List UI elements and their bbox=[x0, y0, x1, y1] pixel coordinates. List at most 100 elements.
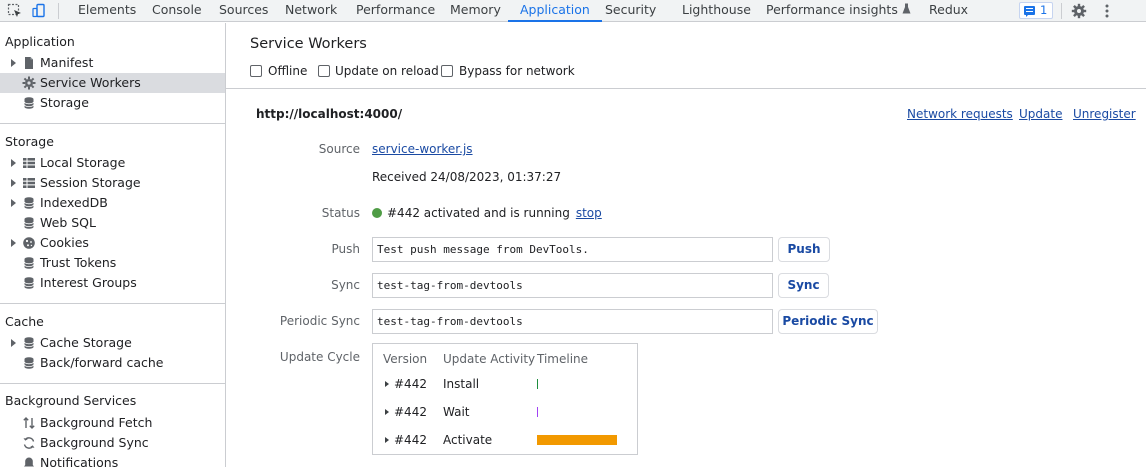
sync-icon bbox=[23, 437, 35, 449]
sidebar-item-local-storage[interactable]: Local Storage bbox=[0, 153, 225, 173]
stop-link[interactable]: stop bbox=[576, 206, 602, 220]
sidebar-item-label: Back/forward cache bbox=[40, 355, 164, 370]
sidebar-item-label: Background Sync bbox=[40, 435, 149, 450]
row-activity: Wait bbox=[443, 405, 470, 419]
table-icon bbox=[23, 178, 35, 188]
sidebar-section-cache: Cache bbox=[5, 314, 44, 329]
cookie-icon bbox=[23, 237, 35, 249]
issues-button[interactable]: 1 bbox=[1019, 2, 1053, 19]
database-icon bbox=[24, 337, 34, 349]
sidebar-item-label: Local Storage bbox=[40, 155, 126, 170]
sidebar-item-trust-tokens[interactable]: Trust Tokens bbox=[0, 253, 225, 273]
status-label: Status bbox=[321, 206, 360, 220]
network-requests-link[interactable]: Network requests bbox=[907, 107, 1013, 121]
expand-arrow-icon[interactable] bbox=[11, 159, 16, 167]
tab-performance[interactable]: Performance bbox=[356, 0, 435, 22]
sidebar-item-back-forward-cache[interactable]: Back/forward cache bbox=[0, 353, 225, 373]
sidebar-item-label: Cache Storage bbox=[40, 335, 132, 350]
sidebar-item-service-workers[interactable]: Service Workers bbox=[0, 73, 225, 93]
update-cycle-label: Update Cycle bbox=[279, 350, 360, 364]
periodic-sync-label: Periodic Sync bbox=[279, 314, 360, 328]
periodic-sync-button[interactable]: Periodic Sync bbox=[778, 309, 878, 334]
expand-arrow-icon[interactable] bbox=[11, 339, 16, 347]
sidebar-item-session-storage[interactable]: Session Storage bbox=[0, 173, 225, 193]
bypass-for-network-checkbox[interactable] bbox=[441, 65, 453, 77]
tab-lighthouse[interactable]: Lighthouse bbox=[682, 0, 751, 22]
expand-arrow-icon[interactable] bbox=[385, 409, 389, 415]
sidebar-item-storage[interactable]: Storage bbox=[0, 93, 225, 113]
database-icon bbox=[24, 277, 34, 289]
sidebar-item-web-sql[interactable]: Web SQL bbox=[0, 213, 225, 233]
service-worker-origin: http://localhost:4000/ bbox=[256, 107, 403, 121]
update-on-reload-checkbox[interactable] bbox=[318, 65, 330, 77]
tab-console[interactable]: Console bbox=[152, 0, 202, 22]
push-input[interactable]: Test push message from DevTools. bbox=[372, 237, 773, 262]
sync-input[interactable]: test-tag-from-devtools bbox=[372, 273, 773, 298]
toolbar-separator bbox=[58, 3, 59, 19]
table-row[interactable]: #442 Install bbox=[373, 374, 637, 394]
database-icon bbox=[24, 357, 34, 369]
table-header-update-activity: Update Activity bbox=[443, 352, 536, 366]
offline-label: Offline bbox=[268, 64, 308, 78]
toolbar-separator bbox=[1061, 3, 1062, 19]
sidebar-item-manifest[interactable]: Manifest bbox=[0, 53, 225, 73]
sync-button[interactable]: Sync bbox=[778, 273, 829, 298]
expand-arrow-icon[interactable] bbox=[11, 239, 16, 247]
update-link[interactable]: Update bbox=[1019, 107, 1062, 121]
sidebar-item-indexeddb[interactable]: IndexedDB bbox=[0, 193, 225, 213]
issues-icon bbox=[1024, 6, 1035, 17]
database-icon bbox=[24, 97, 34, 109]
device-toolbar-icon[interactable] bbox=[31, 3, 47, 19]
page-title: Service Workers bbox=[250, 36, 367, 52]
sidebar-item-label: Manifest bbox=[40, 55, 94, 70]
tab-application[interactable]: Application bbox=[508, 0, 602, 22]
row-version: #442 bbox=[394, 377, 427, 391]
sidebar-item-label: Background Fetch bbox=[40, 415, 153, 430]
more-options-icon[interactable] bbox=[1099, 3, 1115, 19]
expand-arrow-icon[interactable] bbox=[11, 199, 16, 207]
sidebar-item-background-fetch[interactable]: Background Fetch bbox=[0, 413, 225, 433]
row-activity: Install bbox=[443, 377, 480, 391]
table-header-version: Version bbox=[383, 352, 428, 366]
sidebar-divider bbox=[0, 123, 225, 124]
service-workers-panel: Service Workers Offline Update on reload… bbox=[226, 23, 1146, 467]
tab-elements[interactable]: Elements bbox=[78, 0, 136, 22]
timeline-bar-wait bbox=[537, 407, 538, 417]
up-down-arrows-icon bbox=[23, 417, 35, 429]
tab-network[interactable]: Network bbox=[285, 0, 337, 22]
expand-arrow-icon[interactable] bbox=[385, 437, 389, 443]
tab-redux[interactable]: Redux bbox=[929, 0, 968, 22]
inspect-element-icon[interactable] bbox=[7, 3, 23, 19]
gear-icon bbox=[22, 76, 36, 90]
sidebar-divider bbox=[0, 303, 225, 304]
database-icon bbox=[24, 257, 34, 269]
sidebar-item-notifications[interactable]: Notifications bbox=[0, 453, 225, 467]
database-icon bbox=[24, 197, 34, 209]
bypass-for-network-label: Bypass for network bbox=[459, 64, 575, 78]
sidebar-item-cache-storage[interactable]: Cache Storage bbox=[0, 333, 225, 353]
tab-security[interactable]: Security bbox=[605, 0, 656, 22]
expand-arrow-icon[interactable] bbox=[385, 381, 389, 387]
timeline-bar-activate bbox=[537, 435, 617, 445]
tab-memory[interactable]: Memory bbox=[450, 0, 501, 22]
table-icon bbox=[23, 158, 35, 168]
table-row[interactable]: #442 Activate bbox=[373, 430, 637, 450]
update-cycle-table: Version Update Activity Timeline #442 In… bbox=[372, 343, 638, 455]
sidebar-item-cookies[interactable]: Cookies bbox=[0, 233, 225, 253]
push-button[interactable]: Push bbox=[778, 237, 830, 262]
tab-performance-insights[interactable]: Performance insights bbox=[766, 0, 911, 22]
expand-arrow-icon[interactable] bbox=[11, 59, 16, 67]
periodic-sync-input[interactable]: test-tag-from-devtools bbox=[372, 309, 773, 334]
tab-performance-insights-label: Performance insights bbox=[766, 2, 898, 17]
sidebar-item-background-sync[interactable]: Background Sync bbox=[0, 433, 225, 453]
expand-arrow-icon[interactable] bbox=[11, 179, 16, 187]
settings-icon[interactable] bbox=[1071, 3, 1087, 19]
sidebar-item-interest-groups[interactable]: Interest Groups bbox=[0, 273, 225, 293]
source-file-link[interactable]: service-worker.js bbox=[372, 142, 473, 156]
row-version: #442 bbox=[394, 405, 427, 419]
unregister-link[interactable]: Unregister bbox=[1073, 107, 1136, 121]
offline-checkbox[interactable] bbox=[250, 65, 262, 77]
sidebar-section-background-services: Background Services bbox=[5, 393, 137, 408]
tab-sources[interactable]: Sources bbox=[219, 0, 268, 22]
table-row[interactable]: #442 Wait bbox=[373, 402, 637, 422]
